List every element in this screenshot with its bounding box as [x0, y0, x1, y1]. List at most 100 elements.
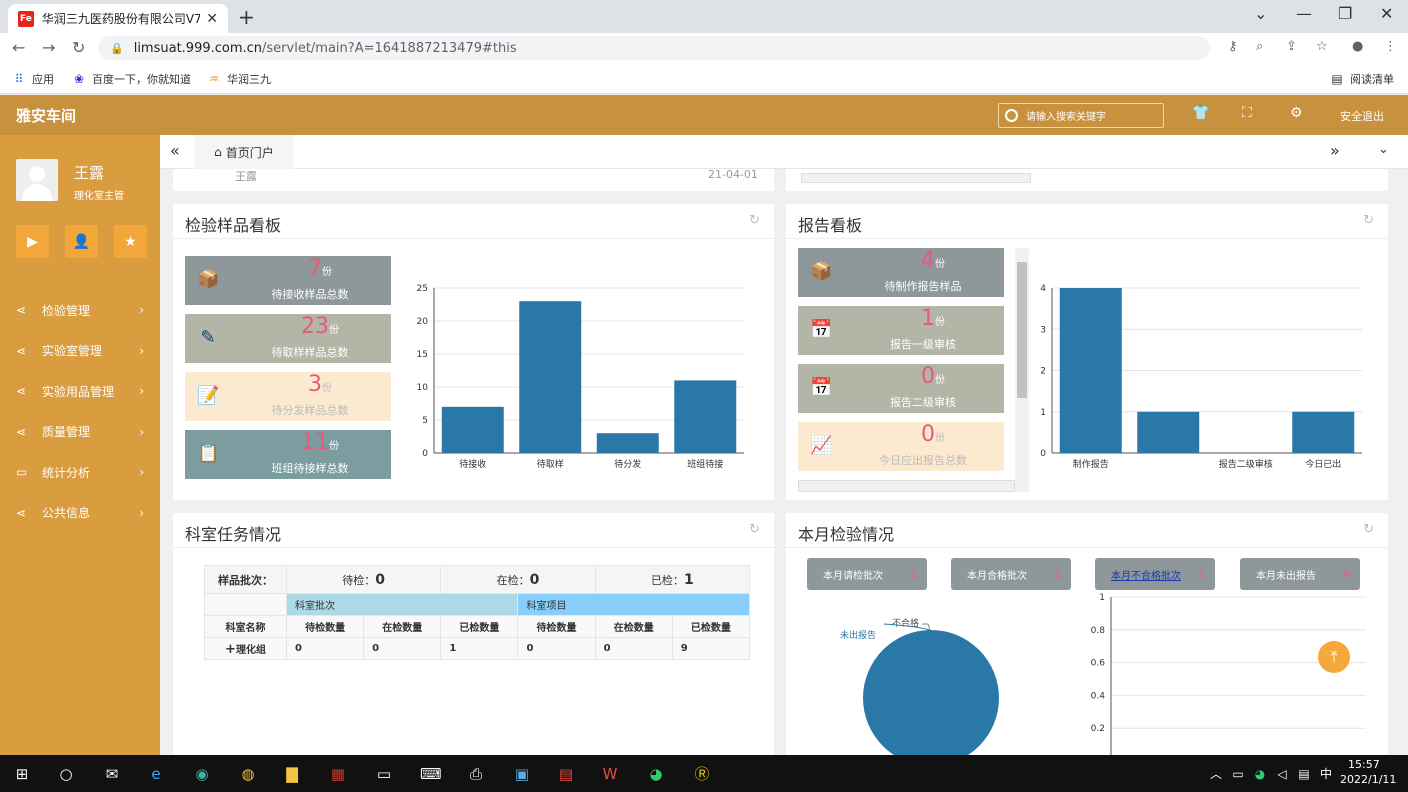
minimize-icon[interactable]: —	[1296, 4, 1312, 23]
stat-label: 报告二级审核	[890, 396, 956, 409]
sidebar-item-lab[interactable]: ⋖ 实验室管理 ›	[0, 331, 160, 372]
chevron-down-icon[interactable]: ⌄	[1378, 142, 1389, 157]
column-header: 待检数量	[517, 615, 596, 638]
horizontal-scrollbar[interactable]	[798, 480, 1015, 492]
stat-tile[interactable]: 📝 3份 待分发样品总数	[185, 372, 391, 421]
wechat-icon[interactable]: ◕	[646, 764, 666, 784]
sidebar-item-supplies[interactable]: ⋖ 实验用品管理 ›	[0, 371, 160, 412]
url-path: /servlet/main?A=1641887213479#this	[262, 40, 517, 56]
volume-icon[interactable]: ◁	[1272, 764, 1292, 784]
windows-start-icon[interactable]: ⊞	[12, 764, 32, 784]
report-bar-chart: 0 1 2 3 4 制作报告 报告二级审核 今日已出	[1040, 284, 1362, 470]
star-icon[interactable]: ★	[114, 225, 147, 258]
new-tab-icon[interactable]: +	[238, 5, 255, 29]
sidebar-item-inspection[interactable]: ⋖ 检验管理 ›	[0, 290, 160, 331]
clock-date[interactable]: 2022/1/11	[1340, 773, 1396, 786]
expand-icon[interactable]: +	[225, 642, 236, 657]
close-window-icon[interactable]: ✕	[1380, 4, 1393, 23]
sidebar-item-quality[interactable]: ⋖ 质量管理 ›	[0, 412, 160, 453]
stat-tile[interactable]: 📦 7份 待接收样品总数	[185, 256, 391, 305]
clock-time[interactable]: 15:57	[1348, 758, 1380, 771]
url-bar[interactable]: 🔒 limsuat.999.com.cn/servlet/main?A=1641…	[98, 36, 1210, 60]
play-icon[interactable]: ▶	[16, 225, 49, 258]
sidebar-item-stats[interactable]: ▭ 统计分析 ›	[0, 452, 160, 493]
browser-tab[interactable]: Fe 华润三九医药股份有限公司V7.0. ✕	[8, 4, 228, 33]
more-icon[interactable]: ⋮	[1384, 39, 1397, 54]
sidebar-item-public[interactable]: ⋖ 公共信息 ›	[0, 493, 160, 534]
bookmark-baidu[interactable]: ❀ 百度一下，你就知道	[72, 71, 191, 87]
chevron-down-icon[interactable]: ⌄	[1254, 4, 1267, 23]
wechat-tray-icon[interactable]: ◕	[1250, 764, 1270, 784]
scroll-top-button[interactable]: ⤒	[1318, 641, 1350, 673]
bookmark-apps[interactable]: ⠿ 应用	[12, 71, 54, 87]
sidebar-menu: ⋖ 检验管理 › ⋖ 实验室管理 › ⋖ 实验用品管理 › ⋖ 质量管理 › ▭ 统计分析 › ⋖ 公…	[0, 290, 160, 533]
winrar-icon[interactable]: ▦	[328, 764, 348, 784]
user-icon[interactable]: 👤	[65, 225, 98, 258]
column-header: 待检数量	[285, 615, 365, 638]
monthly-request-button[interactable]: 本月请检批次 1	[807, 558, 927, 590]
refresh-icon[interactable]: ↻	[749, 213, 760, 228]
notification-icon[interactable]: ▤	[1294, 764, 1314, 784]
sample-bar-chart: 0 5 10 15 20 25 待接收 待取样 待分发 班组待接	[417, 284, 744, 470]
fullscreen-icon[interactable]: ⛶	[1242, 105, 1252, 121]
double-chevron-left-icon[interactable]: «	[170, 141, 180, 160]
forward-icon[interactable]: →	[42, 38, 55, 57]
logout-button[interactable]: 安全退出	[1340, 108, 1384, 124]
monthly-fail-button[interactable]: 本月不合格批次 0	[1095, 558, 1215, 590]
button-label: 本月不合格批次	[1111, 570, 1181, 582]
share-icon: ⋖	[16, 384, 27, 399]
stat-tile[interactable]: ✎ 23份 待取样样品总数	[185, 314, 391, 363]
row-name: 理化组	[235, 644, 266, 656]
app-favicon: Fe	[18, 10, 34, 27]
keyboard-icon[interactable]: ⌨	[420, 764, 442, 784]
tray-up-icon[interactable]: ︿	[1206, 764, 1226, 784]
table-row[interactable]: +理化组 0 0 1 0 0 9	[204, 637, 751, 660]
edge-icon[interactable]: ◉	[192, 764, 212, 784]
mail-icon[interactable]: ✉	[102, 764, 122, 784]
reload-icon[interactable]: ↻	[72, 38, 85, 57]
folder-icon[interactable]: ▇	[282, 764, 302, 784]
cortana-icon[interactable]: ○	[56, 764, 76, 784]
skin-icon[interactable]: 👕	[1192, 105, 1209, 121]
column-header: 科室名称	[204, 615, 287, 638]
monthly-unreported-button[interactable]: 本月未出报告 0	[1240, 558, 1360, 590]
close-tab-icon[interactable]: ✕	[206, 11, 218, 27]
horizontal-scrollbar[interactable]	[801, 173, 1031, 183]
double-chevron-right-icon[interactable]: »	[1330, 141, 1340, 160]
share-icon[interactable]: ⇪	[1286, 39, 1297, 54]
wps-icon[interactable]: W	[600, 764, 620, 784]
tab-home[interactable]: ⌂ 首页门户	[194, 135, 294, 169]
back-icon[interactable]: ←	[12, 38, 25, 57]
monthly-pass-button[interactable]: 本月合格批次 1	[951, 558, 1071, 590]
terminal-icon[interactable]: ▭	[374, 764, 394, 784]
refresh-icon[interactable]: ↻	[1363, 213, 1374, 228]
ie-icon[interactable]: e	[146, 764, 166, 784]
star-icon[interactable]: ☆	[1316, 39, 1328, 54]
vertical-scrollbar[interactable]	[1015, 248, 1029, 492]
stat-tile[interactable]: 📅 0份 报告二级审核	[798, 364, 1004, 413]
refresh-icon[interactable]: ↻	[1363, 522, 1374, 537]
stat-tile[interactable]: 📈 0份 今日应出报告总数	[798, 422, 1004, 471]
chrome-icon[interactable]: ◍	[238, 764, 258, 784]
bookmark-crc999[interactable]: ♒ 华润三九	[207, 71, 271, 87]
search-input[interactable]: 请输入搜索关键字	[998, 103, 1164, 128]
ime-indicator[interactable]: 中	[1316, 764, 1336, 784]
y-tick-label: 0	[1040, 449, 1046, 459]
refresh-icon[interactable]: ↻	[749, 522, 760, 537]
printer-icon[interactable]: ⎙	[466, 764, 486, 784]
stat-tile[interactable]: 📋 11份 班组待接样总数	[185, 430, 391, 479]
y-tick-label: 0.4	[1091, 691, 1106, 701]
stat-tile[interactable]: 📦 4份 待制作报告样品	[798, 248, 1004, 297]
reading-list[interactable]: ▤ 阅读清单	[1330, 71, 1394, 87]
id-card-icon[interactable]: ▣	[512, 764, 532, 784]
network-icon[interactable]: ▭	[1228, 764, 1248, 784]
settings-icon[interactable]: ⚙	[1290, 105, 1303, 121]
zoom-icon[interactable]: ⌕	[1256, 39, 1263, 54]
maximize-icon[interactable]: ❐	[1338, 4, 1352, 23]
key-icon[interactable]: ⚷	[1228, 39, 1238, 54]
stat-tile[interactable]: 📅 1份 报告一级审核	[798, 306, 1004, 355]
work-app-icon[interactable]: ▤	[556, 764, 576, 784]
content-tabbar: « ⌂ 首页门户 » ⌄	[160, 135, 1408, 169]
r-app-icon[interactable]: Ⓡ	[692, 764, 712, 784]
profile-icon[interactable]: ●	[1352, 39, 1363, 54]
